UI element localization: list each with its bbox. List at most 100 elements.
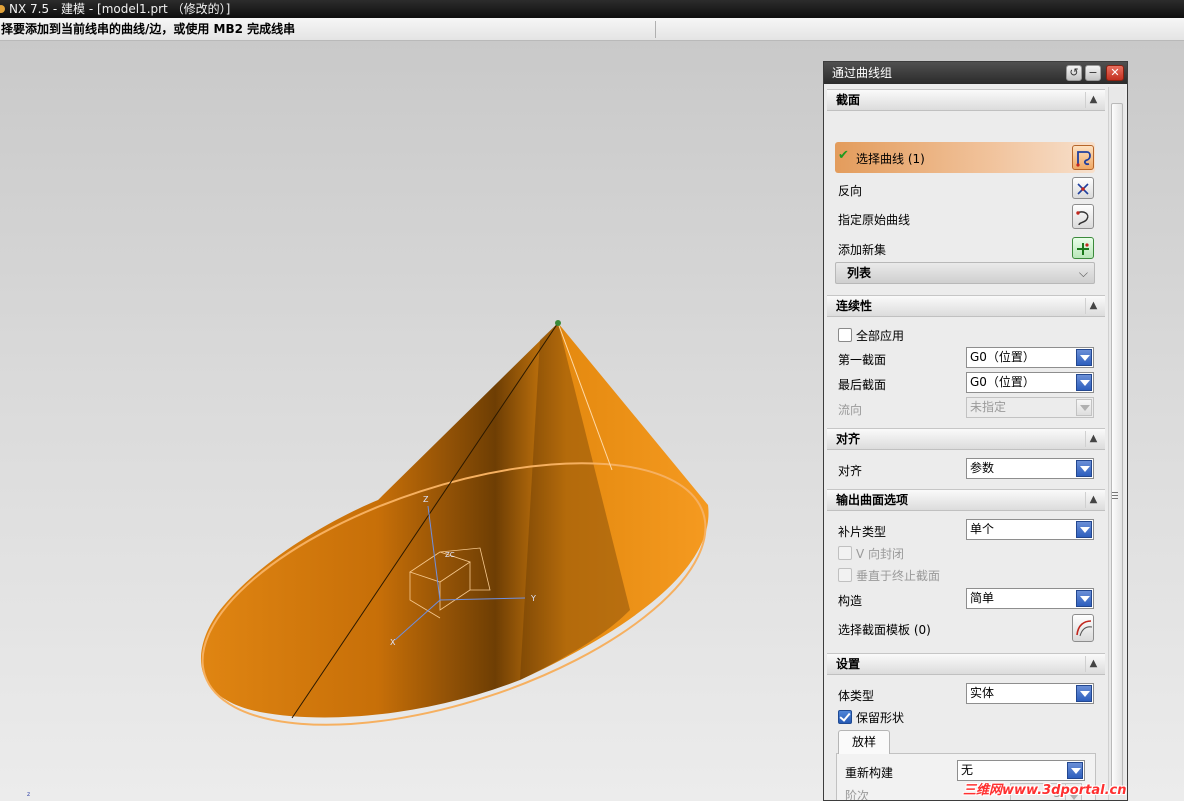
construction-label: 构造 <box>838 594 863 608</box>
close-icon[interactable]: ✕ <box>1106 65 1124 81</box>
dropdown-arrow-icon[interactable] <box>1076 349 1092 366</box>
dropdown-arrow-icon[interactable] <box>1067 762 1083 779</box>
section-header-label: 截面 <box>836 93 861 107</box>
dropdown-arrow-icon[interactable] <box>1076 590 1092 607</box>
nx-app-icon <box>0 5 5 13</box>
collapse-caret-icon[interactable]: ▲ <box>1085 92 1101 108</box>
collapse-caret-icon[interactable]: ▲ <box>1085 431 1101 447</box>
normal-to-end-checkbox <box>838 568 852 582</box>
normal-to-end-label: 垂直于终止截面 <box>856 569 941 583</box>
specify-origin-curve-button[interactable] <box>1072 204 1094 229</box>
scroll-grip-icon <box>1112 492 1118 499</box>
dropdown-arrow-icon <box>1076 399 1092 416</box>
flow-label: 流向 <box>838 403 863 417</box>
add-new-set-button[interactable] <box>1072 237 1094 259</box>
reset-icon[interactable]: ↺ <box>1066 65 1082 81</box>
rebuild-label: 重新构建 <box>845 766 894 780</box>
reverse-icon <box>1077 183 1089 195</box>
through-curves-dialog: 通过曲线组 ↺ − ✕ 截面 ▲ ✔ 选择曲线 (1) 反向 指定原始曲线 添加… <box>823 61 1128 801</box>
dialog-scrollbar[interactable] <box>1108 87 1125 800</box>
window-title: NX 7.5 - 建模 - [model1.prt （修改的）] <box>9 2 231 16</box>
list-expander[interactable]: 列表 ⌵ <box>835 262 1095 284</box>
collapse-caret-icon[interactable]: ▲ <box>1085 298 1101 314</box>
scrollbar-thumb[interactable] <box>1111 103 1123 793</box>
v-closed-label: V 向封闭 <box>856 547 905 561</box>
patch-type-select[interactable]: 单个 <box>966 519 1094 540</box>
body-type-value: 实体 <box>970 686 995 700</box>
tab-lofting-label: 放样 <box>851 735 876 749</box>
tab-lofting[interactable]: 放样 <box>838 730 890 754</box>
section-header-alignment[interactable]: 对齐 ▲ <box>827 428 1105 450</box>
cone-surface <box>200 323 709 718</box>
dropdown-arrow-icon[interactable] <box>1076 685 1092 702</box>
reverse-direction-button[interactable] <box>1072 177 1094 199</box>
axis-label-zc: ZC <box>445 551 455 559</box>
chevron-down-icon[interactable]: ⌵ <box>1079 263 1088 283</box>
alignment-label: 对齐 <box>838 464 863 478</box>
flow-value: 未指定 <box>970 400 1007 414</box>
preserve-shape-checkbox[interactable] <box>838 710 852 724</box>
body-type-select[interactable]: 实体 <box>966 683 1094 704</box>
last-section-value: G0（位置） <box>970 375 1035 389</box>
output-header-label: 输出曲面选项 <box>836 493 909 507</box>
dropdown-arrow-icon[interactable] <box>1076 374 1092 391</box>
dialog-body: 截面 ▲ ✔ 选择曲线 (1) 反向 指定原始曲线 添加新集 列表 ⌵ 连续性 <box>827 87 1111 801</box>
apex-point <box>555 320 561 326</box>
section-header-continuity[interactable]: 连续性 ▲ <box>827 295 1105 317</box>
specify-origin-label: 指定原始曲线 <box>838 213 911 227</box>
first-section-value: G0（位置） <box>970 350 1035 364</box>
patch-type-value: 单个 <box>970 522 995 536</box>
axis-label-x: X <box>390 638 396 647</box>
rebuild-select[interactable]: 无 <box>957 760 1085 781</box>
list-label: 列表 <box>847 266 872 280</box>
body-type-label: 体类型 <box>838 689 875 703</box>
prompt-text: 择要添加到当前线串的曲线/边，或使用 MB2 完成线串 <box>1 22 296 36</box>
section-header-section[interactable]: 截面 ▲ <box>827 89 1105 111</box>
first-section-label: 第一截面 <box>838 353 887 367</box>
section-header-settings[interactable]: 设置 ▲ <box>827 653 1105 675</box>
template-curve-icon <box>1076 620 1093 637</box>
flow-select: 未指定 <box>966 397 1094 418</box>
select-template-button[interactable] <box>1072 614 1094 642</box>
preserve-shape-label: 保留形状 <box>856 711 905 725</box>
last-section-label: 最后截面 <box>838 378 887 392</box>
dropdown-arrow-icon[interactable] <box>1076 521 1092 538</box>
watermark: 三维网www.3dportal.cn <box>963 783 1127 798</box>
collapse-caret-icon[interactable]: ▲ <box>1085 492 1101 508</box>
section-header-output[interactable]: 输出曲面选项 ▲ <box>827 489 1105 511</box>
add-new-set-label: 添加新集 <box>838 243 887 257</box>
view-triad-label: z <box>27 791 31 798</box>
alignment-value: 参数 <box>970 461 995 475</box>
collapse-caret-icon[interactable]: ▲ <box>1085 656 1101 672</box>
first-section-select[interactable]: G0（位置） <box>966 347 1094 368</box>
collapse-icon[interactable]: − <box>1085 65 1101 81</box>
axis-label-z: Z <box>423 495 429 504</box>
patch-type-label: 补片类型 <box>838 525 887 539</box>
origin-curve-icon <box>1076 211 1089 226</box>
dialog-title-bar[interactable]: 通过曲线组 ↺ − ✕ <box>824 62 1127 84</box>
select-curve-button[interactable] <box>1072 145 1094 170</box>
reverse-label: 反向 <box>838 184 863 198</box>
curve-select-icon <box>1076 151 1091 167</box>
alignment-header-label: 对齐 <box>836 432 861 446</box>
alignment-select[interactable]: 参数 <box>966 458 1094 479</box>
continuity-header-label: 连续性 <box>836 299 873 313</box>
v-closed-checkbox <box>838 546 852 560</box>
apply-all-label: 全部应用 <box>856 329 905 343</box>
axis-label-y: Y <box>530 594 536 603</box>
construction-value: 简单 <box>970 591 995 605</box>
dropdown-arrow-icon[interactable] <box>1076 460 1092 477</box>
select-curve-row[interactable]: ✔ 选择曲线 (1) <box>835 142 1095 173</box>
last-section-select[interactable]: G0（位置） <box>966 372 1094 393</box>
select-curve-label: 选择曲线 (1) <box>856 152 925 166</box>
add-set-icon <box>1077 243 1089 255</box>
degree-label: 阶次 <box>845 789 870 801</box>
check-icon: ✔ <box>838 148 849 163</box>
prompt-separator <box>655 21 656 38</box>
select-template-label: 选择截面模板 (0) <box>838 623 931 637</box>
construction-select[interactable]: 简单 <box>966 588 1094 609</box>
window-title-bar: NX 7.5 - 建模 - [model1.prt （修改的）] <box>0 0 1184 18</box>
apply-all-checkbox[interactable] <box>838 328 852 342</box>
settings-header-label: 设置 <box>836 657 861 671</box>
rebuild-value: 无 <box>961 763 974 777</box>
